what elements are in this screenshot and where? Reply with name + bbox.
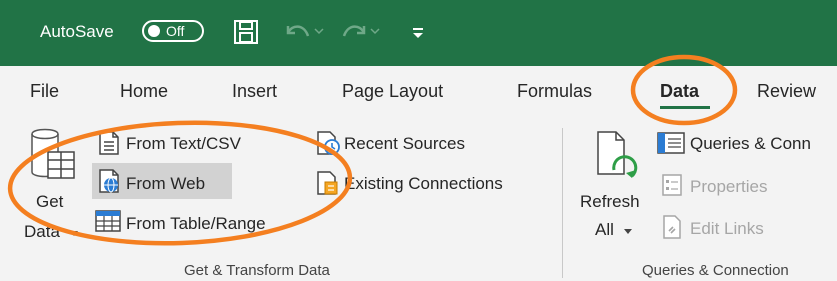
edit-links-button[interactable]: Edit Links	[690, 219, 764, 239]
web-page-icon	[99, 169, 119, 193]
recent-sources-button[interactable]: Recent Sources	[344, 134, 465, 154]
tab-data[interactable]: Data	[660, 80, 699, 102]
tab-file[interactable]: File	[30, 80, 59, 102]
save-icon[interactable]	[232, 18, 260, 46]
get-data-label-line2[interactable]: Data	[24, 222, 60, 242]
group-label-queries-connections: Queries & Connection	[642, 262, 789, 279]
autosave-label: AutoSave	[40, 22, 114, 41]
toggle-knob	[148, 25, 160, 37]
get-data-icon[interactable]	[28, 126, 80, 192]
table-icon	[95, 210, 121, 232]
from-table-range-button[interactable]: From Table/Range	[126, 214, 266, 234]
queries-connections-button[interactable]: Queries & Conn	[690, 134, 811, 154]
refresh-all-icon[interactable]	[592, 130, 642, 190]
queries-connections-icon	[657, 132, 685, 154]
tab-home[interactable]: Home	[120, 80, 168, 102]
tab-insert[interactable]: Insert	[232, 80, 277, 102]
tab-page-layout[interactable]: Page Layout	[342, 80, 443, 102]
text-file-icon	[99, 131, 119, 155]
undo-icon[interactable]	[282, 18, 326, 46]
properties-icon	[662, 174, 682, 196]
refresh-all-label-line2[interactable]: All	[595, 220, 614, 240]
autosave-state: Off	[166, 23, 185, 39]
edit-links-icon	[663, 215, 681, 239]
autosave-toggle[interactable]: Off	[142, 20, 204, 42]
existing-connections-icon	[317, 171, 338, 195]
active-tab-underline	[660, 106, 710, 109]
existing-connections-button[interactable]: Existing Connections	[344, 174, 503, 194]
from-text-csv-button[interactable]: From Text/CSV	[126, 134, 241, 154]
group-separator	[562, 128, 563, 278]
from-web-button[interactable]: From Web	[126, 174, 205, 194]
tab-formulas[interactable]: Formulas	[517, 80, 592, 102]
redo-icon[interactable]	[340, 18, 384, 46]
properties-button[interactable]: Properties	[690, 177, 767, 197]
group-label-get-transform: Get & Transform Data	[184, 262, 330, 279]
recent-sources-icon	[317, 131, 340, 155]
chevron-down-icon[interactable]	[68, 228, 80, 238]
chevron-down-icon[interactable]	[622, 226, 634, 236]
get-data-label-line1[interactable]: Get	[36, 192, 63, 212]
tab-review[interactable]: Review	[757, 80, 816, 102]
refresh-all-label-line1[interactable]: Refresh	[580, 192, 640, 212]
customize-qat-icon[interactable]	[410, 18, 426, 46]
